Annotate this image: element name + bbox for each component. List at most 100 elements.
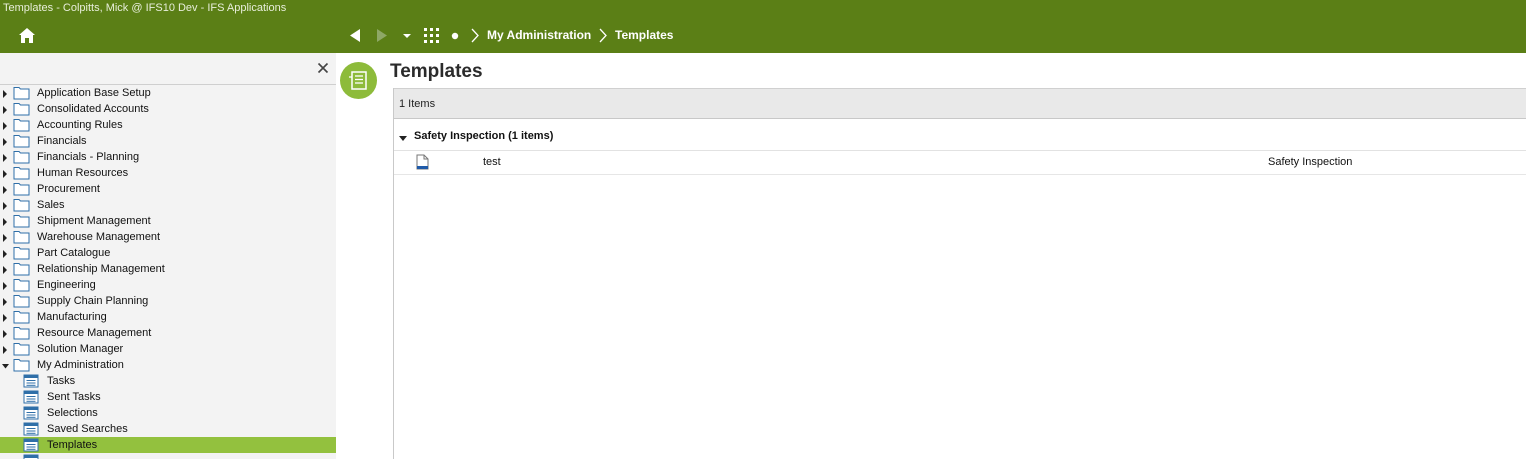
caret-right-icon[interactable]	[2, 297, 8, 306]
caret-right-icon[interactable]	[2, 233, 8, 242]
folder-icon	[13, 166, 30, 180]
list-window-icon	[23, 438, 39, 452]
tree-folder-item[interactable]: My Administration	[0, 357, 336, 373]
folder-icon	[13, 150, 30, 164]
folder-icon	[13, 230, 30, 244]
tree-folder-item[interactable]: Human Resources	[0, 165, 336, 181]
caret-right-icon[interactable]	[2, 153, 8, 162]
dot-icon[interactable]	[450, 27, 460, 44]
caret-right-icon[interactable]	[2, 89, 8, 98]
folder-icon	[13, 278, 30, 292]
tree-folder-item[interactable]: Part Catalogue	[0, 245, 336, 261]
tree-item-label: Part Catalogue	[37, 247, 111, 259]
caret-right-icon[interactable]	[2, 217, 8, 226]
close-icon[interactable]	[317, 62, 329, 74]
caret-right-icon[interactable]	[2, 137, 8, 146]
caret-right-icon[interactable]	[2, 201, 8, 210]
templates-page-icon	[340, 62, 377, 99]
folder-icon	[13, 246, 30, 260]
tree-folder-item[interactable]: Accounting Rules	[0, 117, 336, 133]
caret-right-icon[interactable]	[2, 249, 8, 258]
folder-icon	[13, 310, 30, 324]
tree-folder-item[interactable]: Financials - Planning	[0, 149, 336, 165]
tree-child-item[interactable]: Templates	[0, 437, 336, 453]
tree-folder-item[interactable]: Application Base Setup	[0, 85, 336, 101]
caret-down-icon[interactable]	[402, 27, 412, 44]
tree-folder-item[interactable]: Solution Manager	[0, 341, 336, 357]
navigator-sidebar: Application Base Setup Consolidated Accou…	[0, 53, 336, 459]
list-window-icon	[23, 390, 39, 404]
tree-child-item[interactable]: Sent Tasks	[0, 389, 336, 405]
group-label: Safety Inspection (1 items)	[414, 130, 554, 142]
chevron-right-icon	[598, 27, 608, 44]
list-window-icon	[23, 374, 39, 388]
list-window-icon	[23, 406, 39, 420]
back-icon[interactable]	[348, 27, 362, 44]
group-header[interactable]: Safety Inspection (1 items)	[394, 125, 1526, 151]
tree-folder-item[interactable]: Engineering	[0, 277, 336, 293]
tree-child-item[interactable]	[0, 453, 336, 459]
tree-item-label: Application Base Setup	[37, 87, 151, 99]
tree-item-label: Financials - Planning	[37, 151, 140, 163]
tree-item-label: Procurement	[37, 183, 100, 195]
tree-item-label: Human Resources	[37, 167, 129, 179]
tree-item-label: Consolidated Accounts	[37, 103, 149, 115]
sidebar-header	[0, 53, 336, 85]
caret-right-icon[interactable]	[2, 169, 8, 178]
caret-down-icon[interactable]	[2, 361, 9, 369]
folder-icon	[13, 342, 30, 356]
caret-right-icon[interactable]	[2, 265, 8, 274]
tree-folder-item[interactable]: Consolidated Accounts	[0, 101, 336, 117]
tree-child-item[interactable]: Selections	[0, 405, 336, 421]
tree-item-label: Sent Tasks	[47, 391, 101, 403]
caret-right-icon[interactable]	[2, 281, 8, 290]
folder-icon	[13, 326, 30, 340]
chevron-right-icon	[470, 27, 480, 44]
grid-icon[interactable]	[423, 27, 440, 44]
folder-icon	[13, 86, 30, 100]
tree-item-label: Relationship Management	[37, 263, 165, 275]
list-window-icon	[23, 422, 39, 436]
caret-down-icon[interactable]	[399, 133, 407, 141]
caret-right-icon[interactable]	[2, 313, 8, 322]
list-item[interactable]: test Safety Inspection	[394, 151, 1526, 175]
tree-folder-item[interactable]: Resource Management	[0, 325, 336, 341]
folder-icon	[13, 118, 30, 132]
tree-folder-item[interactable]: Supply Chain Planning	[0, 293, 336, 309]
tree-folder-item[interactable]: Manufacturing	[0, 309, 336, 325]
tree-item-label: Warehouse Management	[37, 231, 161, 243]
window-title: Templates - Colpitts, Mick @ IFS10 Dev -…	[0, 0, 1526, 18]
tree-folder-item[interactable]: Relationship Management	[0, 261, 336, 277]
tree-folder-item[interactable]: Financials	[0, 133, 336, 149]
template-name: test	[483, 156, 501, 168]
caret-right-icon[interactable]	[2, 185, 8, 194]
tree-item-label: Shipment Management	[37, 215, 151, 227]
caret-right-icon[interactable]	[2, 345, 8, 354]
tree-folder-item[interactable]: Shipment Management	[0, 213, 336, 229]
main-content: Templates 1 Items Safety Inspection (1 i…	[336, 53, 1526, 459]
document-icon	[416, 154, 429, 170]
tree-item-label: Solution Manager	[37, 343, 124, 355]
tree-child-item[interactable]: Tasks	[0, 373, 336, 389]
forward-icon[interactable]	[375, 27, 389, 44]
tree-item-label: Resource Management	[37, 327, 152, 339]
caret-right-icon[interactable]	[2, 105, 8, 114]
tree-item-label: Financials	[37, 135, 87, 147]
template-type: Safety Inspection	[1268, 156, 1353, 168]
tree-folder-item[interactable]: Warehouse Management	[0, 229, 336, 245]
caret-right-icon[interactable]	[2, 329, 8, 338]
tree-item-label: Saved Searches	[47, 423, 128, 435]
template-list: 1 Items Safety Inspection (1 items) test…	[393, 88, 1526, 459]
home-icon[interactable]	[18, 27, 36, 44]
folder-icon	[13, 102, 30, 116]
breadcrumb-templates[interactable]: Templates	[615, 28, 673, 42]
breadcrumb-my-administration[interactable]: My Administration	[487, 28, 591, 42]
folder-icon	[13, 134, 30, 148]
tree-item-label: Engineering	[37, 279, 96, 291]
tree-child-item[interactable]: Saved Searches	[0, 421, 336, 437]
caret-right-icon[interactable]	[2, 121, 8, 130]
folder-icon	[13, 262, 30, 276]
tree-folder-item[interactable]: Sales	[0, 197, 336, 213]
folder-icon	[13, 182, 30, 196]
tree-folder-item[interactable]: Procurement	[0, 181, 336, 197]
